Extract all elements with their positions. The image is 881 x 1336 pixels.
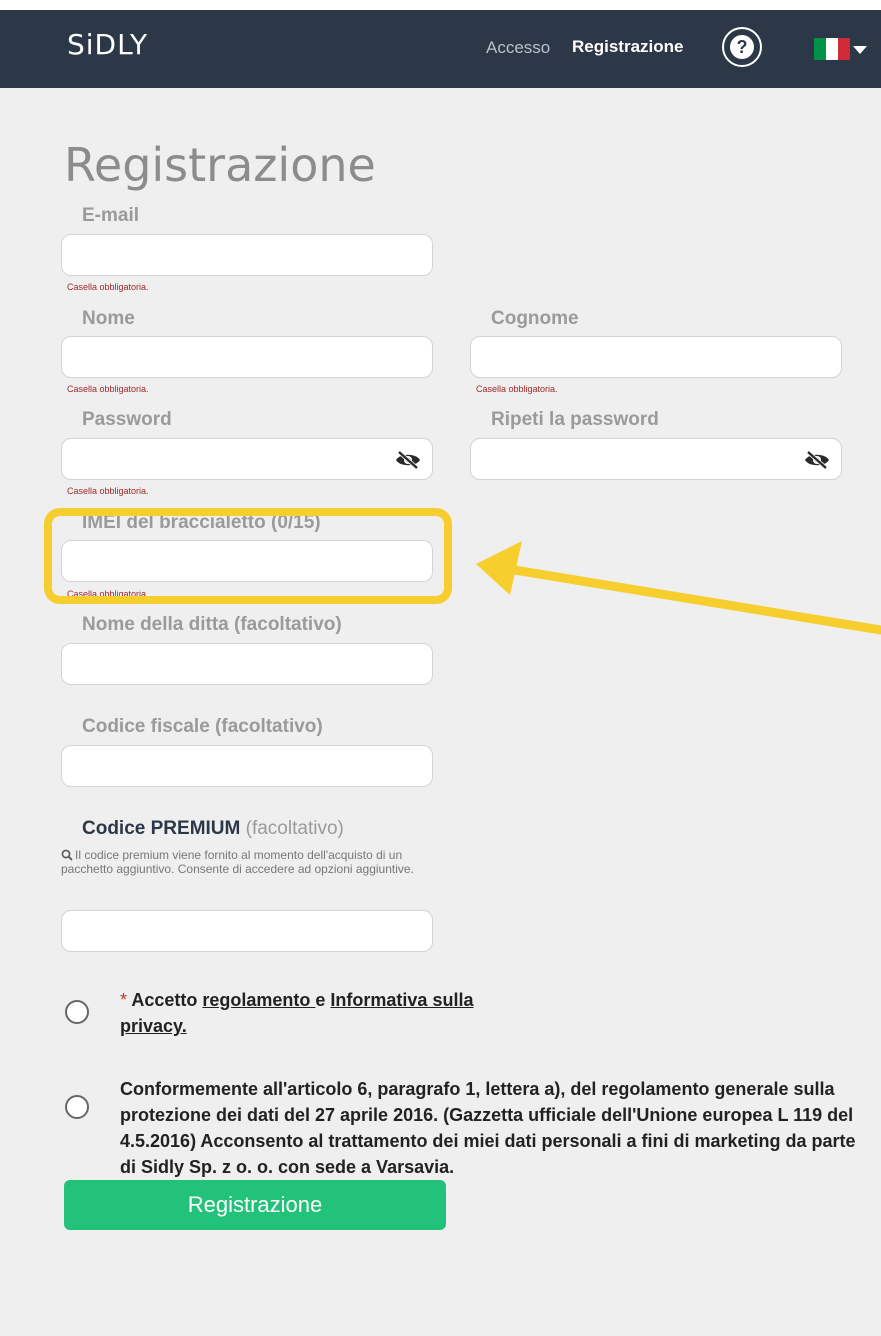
tax-code-label: Codice fiscale (facoltativo) — [82, 716, 323, 737]
arrow-left-icon — [476, 541, 881, 635]
password-error: Casella obbligatoria. — [67, 486, 149, 496]
company-label: Nome della ditta (facoltativo) — [82, 614, 342, 635]
terms-text-mid: e — [315, 990, 331, 1010]
page: SiDLY Accesso Registrazione ? Registrazi… — [0, 10, 881, 1336]
cognome-label: Cognome — [491, 308, 579, 329]
nome-label: Nome — [82, 308, 135, 329]
premium-code-label: Codice PREMIUM (facoltativo) — [82, 818, 344, 840]
cognome-field[interactable] — [470, 336, 842, 378]
terms-checkbox[interactable] — [65, 1000, 89, 1024]
premium-code-note: Il codice premium viene fornito al momen… — [61, 848, 441, 876]
sidly-logo[interactable]: SiDLY — [67, 28, 148, 61]
email-error: Casella obbligatoria. — [67, 282, 149, 292]
premium-note-text: Il codice premium viene fornito al momen… — [61, 848, 414, 876]
nav-link-accesso[interactable]: Accesso — [486, 38, 550, 58]
premium-label-bold: Codice PREMIUM — [82, 818, 241, 839]
register-button[interactable]: Registrazione — [64, 1180, 446, 1230]
help-button[interactable]: ? — [722, 27, 762, 67]
question-mark-icon: ? — [730, 35, 754, 59]
premium-label-optional: (facoltativo) — [240, 818, 344, 839]
password-field[interactable] — [61, 438, 433, 480]
premium-code-field[interactable] — [61, 910, 433, 952]
repeat-password-label: Ripeti la password — [491, 409, 659, 430]
eye-slash-icon[interactable] — [395, 450, 421, 470]
nome-field[interactable] — [61, 336, 433, 378]
page-title: Registrazione — [64, 138, 376, 192]
password-label: Password — [82, 409, 172, 430]
language-dropdown-caret-icon[interactable] — [853, 46, 867, 54]
required-asterisk: * — [120, 990, 128, 1010]
top-navigation-bar: SiDLY Accesso Registrazione ? — [0, 10, 881, 88]
terms-consent-text: * Accetto regolamento e Informativa sull… — [120, 987, 500, 1039]
nome-error: Casella obbligatoria. — [67, 384, 149, 394]
italian-flag-icon[interactable] — [814, 38, 850, 60]
terms-text-before: Accetto — [127, 990, 203, 1010]
marketing-consent-text: Conformemente all'articolo 6, paragrafo … — [120, 1079, 856, 1177]
marketing-checkbox[interactable] — [65, 1095, 89, 1119]
eye-slash-icon[interactable] — [804, 450, 830, 470]
cognome-error: Casella obbligatoria. — [476, 384, 558, 394]
regolamento-link[interactable]: regolamento — [202, 990, 315, 1010]
email-field[interactable] — [61, 234, 433, 276]
tax-code-field[interactable] — [61, 745, 433, 787]
imei-highlight-box — [44, 508, 452, 604]
nav-link-registrazione[interactable]: Registrazione — [572, 37, 683, 57]
company-field[interactable] — [61, 643, 433, 685]
email-label: E-mail — [82, 205, 140, 226]
repeat-password-field[interactable] — [470, 438, 842, 480]
